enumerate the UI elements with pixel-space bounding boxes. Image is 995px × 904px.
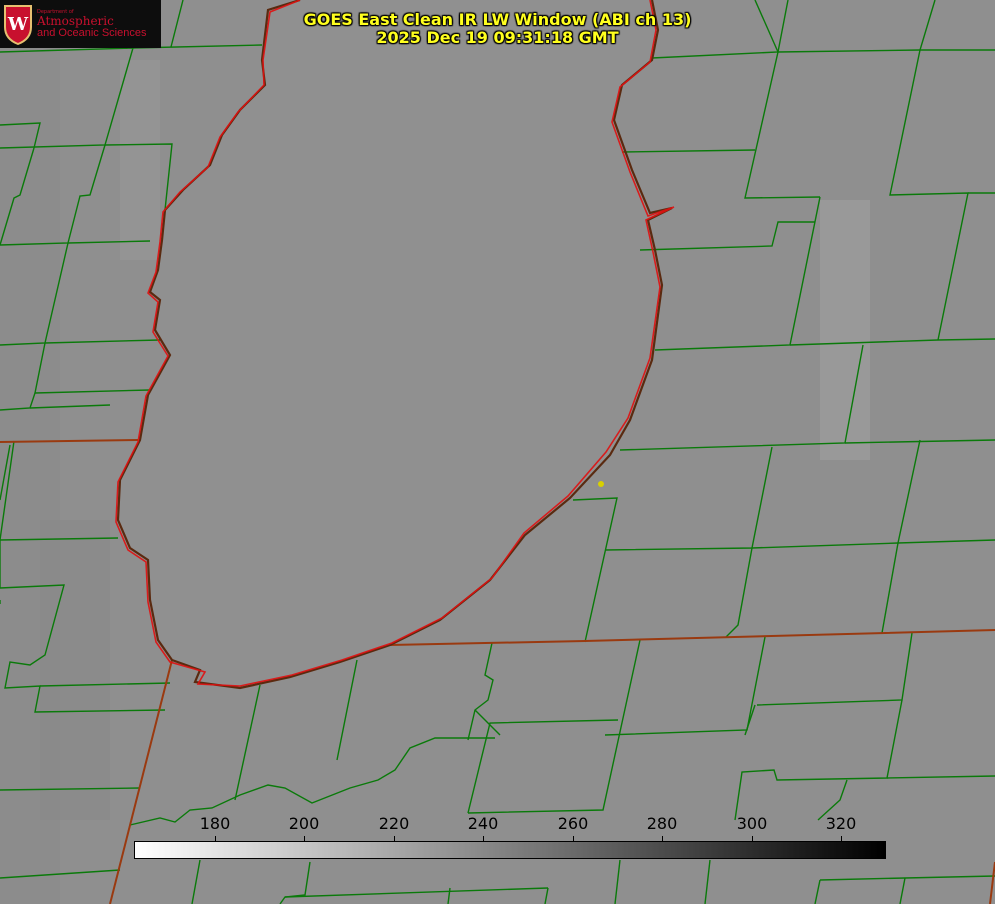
image-title: GOES East Clean IR LW Window (ABI ch 13)… — [0, 11, 995, 47]
satellite-image: W Department of Atmospheric and Oceanic … — [0, 0, 995, 904]
colorbar-tick-label: 180 — [199, 814, 231, 833]
colorbar-tick-label: 320 — [825, 814, 857, 833]
temperature-colorbar — [134, 841, 886, 859]
colorbar-tick-label: 260 — [557, 814, 589, 833]
station-marker — [598, 481, 604, 487]
colorbar-tick-label: 240 — [467, 814, 499, 833]
colorbar-tick-label: 220 — [378, 814, 410, 833]
colorbar-tick-label: 300 — [736, 814, 768, 833]
colorbar-labels: 180 200 220 240 260 280 300 320 — [0, 814, 995, 834]
title-line2: 2025 Dec 19 09:31:18 GMT — [376, 28, 619, 47]
map-overlay — [0, 0, 995, 904]
colorbar-tick-label: 200 — [288, 814, 320, 833]
title-line1: GOES East Clean IR LW Window (ABI ch 13) — [303, 10, 692, 29]
colorbar-tick-label: 280 — [646, 814, 678, 833]
